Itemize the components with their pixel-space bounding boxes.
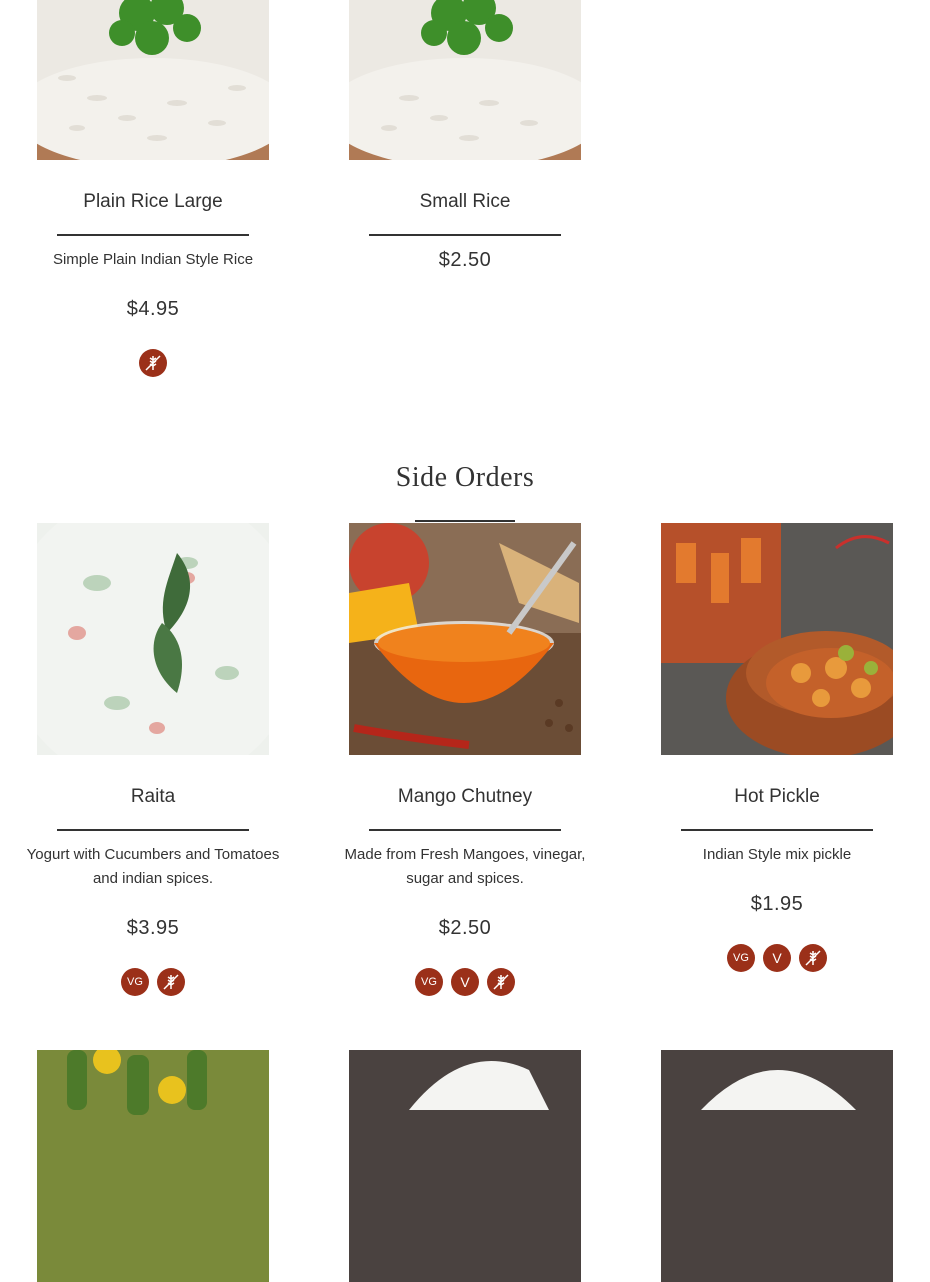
vegan-badge: VG — [415, 968, 443, 996]
gluten-free-icon — [139, 349, 167, 377]
dietary-badges — [13, 349, 293, 377]
dietary-badges: VG — [13, 968, 293, 996]
plain-rice-large-photo[interactable] — [37, 0, 269, 160]
mango-chutney-image — [349, 523, 581, 755]
next-item-photo-3[interactable] — [661, 1050, 893, 1282]
item-price: $3.95 — [126, 917, 180, 939]
raita-photo[interactable] — [37, 523, 269, 755]
vegan-badge: VG — [727, 944, 755, 972]
item-divider — [57, 829, 249, 831]
raita-image — [37, 523, 269, 755]
rice-image — [37, 0, 269, 160]
bowl-image — [349, 1050, 581, 1282]
dietary-badges: VG V — [637, 944, 917, 972]
vegetarian-badge: V — [763, 944, 791, 972]
vegetable-pickle-image — [37, 1050, 269, 1282]
item-price: $2.50 — [438, 249, 492, 271]
item-description: Simple Plain Indian Style Rice — [52, 251, 254, 268]
dietary-badges: VG V — [325, 968, 605, 996]
section-title-underline — [415, 520, 515, 522]
item-price: $4.95 — [126, 298, 180, 320]
item-price: $1.95 — [750, 893, 804, 915]
item-price: $2.50 — [438, 917, 492, 939]
item-description: Yogurt with Cucumbers and Tomatoes and i… — [26, 846, 280, 887]
hot-pickle-image — [661, 523, 893, 755]
gluten-free-icon — [487, 968, 515, 996]
item-divider — [369, 829, 561, 831]
gluten-free-icon — [157, 968, 185, 996]
item-name: Mango Chutney — [397, 786, 533, 807]
section-title-side-orders: Side Orders — [395, 462, 535, 493]
gluten-free-icon — [799, 944, 827, 972]
item-name: Hot Pickle — [734, 786, 820, 807]
next-item-photo-2[interactable] — [349, 1050, 581, 1282]
item-name: Small Rice — [419, 191, 511, 212]
item-description: Made from Fresh Mangoes, vinegar, sugar … — [344, 846, 586, 887]
item-name: Raita — [130, 786, 176, 807]
bowl-image — [661, 1050, 893, 1282]
vegetarian-badge: V — [451, 968, 479, 996]
item-divider — [681, 829, 873, 831]
item-divider — [57, 234, 249, 236]
next-item-photo-1[interactable] — [37, 1050, 269, 1282]
item-name: Plain Rice Large — [83, 191, 223, 212]
hot-pickle-photo[interactable] — [661, 523, 893, 755]
rice-image — [349, 0, 581, 160]
mango-chutney-photo[interactable] — [349, 523, 581, 755]
vegan-badge: VG — [121, 968, 149, 996]
item-description: Indian Style mix pickle — [702, 846, 852, 863]
item-divider — [369, 234, 561, 236]
small-rice-photo[interactable] — [349, 0, 581, 160]
